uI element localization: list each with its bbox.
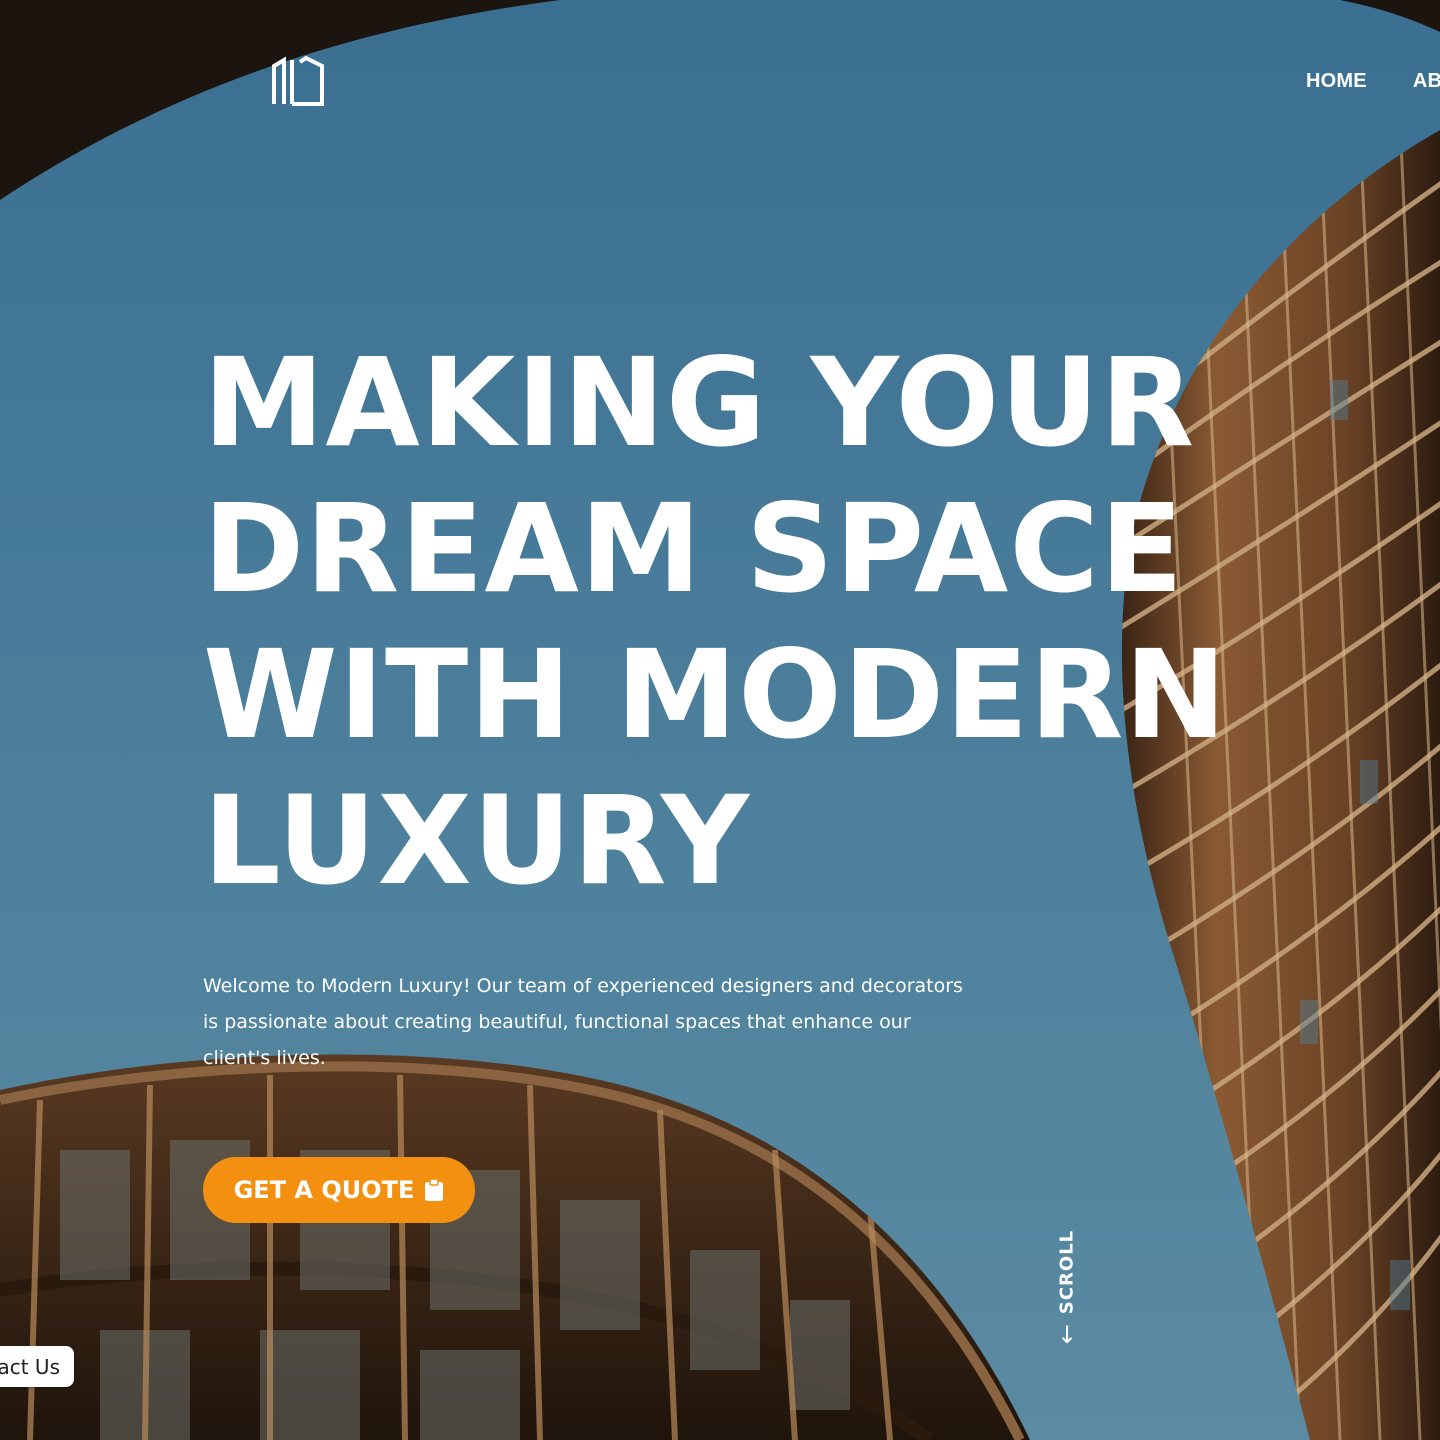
headline-line-3: WITH MODERN [203, 624, 1228, 766]
get-a-quote-button[interactable]: GET A QUOTE [203, 1157, 475, 1223]
hero-section: HOME AB MAKING YOUR DREAM SPACE WITH MOD… [0, 0, 1440, 1440]
contact-us-tab[interactable]: act Us [0, 1346, 74, 1387]
hero-headline: MAKING YOUR DREAM SPACE WITH MODERN LUXU… [203, 330, 1228, 914]
scroll-label: SCROLL [1056, 1229, 1078, 1315]
nav-about-link[interactable]: AB [1413, 70, 1440, 93]
arrow-down-icon: ↓ [1056, 1321, 1078, 1349]
scroll-indicator[interactable]: SCROLL ↓ [1050, 1229, 1084, 1350]
main-nav: HOME AB [1306, 70, 1440, 93]
headline-line-1: MAKING YOUR [203, 332, 1196, 474]
clipboard-icon [425, 1178, 444, 1201]
headline-line-4: LUXURY [203, 770, 751, 912]
get-a-quote-label: GET A QUOTE [233, 1176, 415, 1204]
nav-home-link[interactable]: HOME [1306, 70, 1367, 93]
hero-intro-text: Welcome to Modern Luxury! Our team of ex… [203, 975, 963, 1069]
headline-line-2: DREAM SPACE [203, 478, 1185, 620]
brand-logo-icon[interactable] [270, 54, 326, 106]
